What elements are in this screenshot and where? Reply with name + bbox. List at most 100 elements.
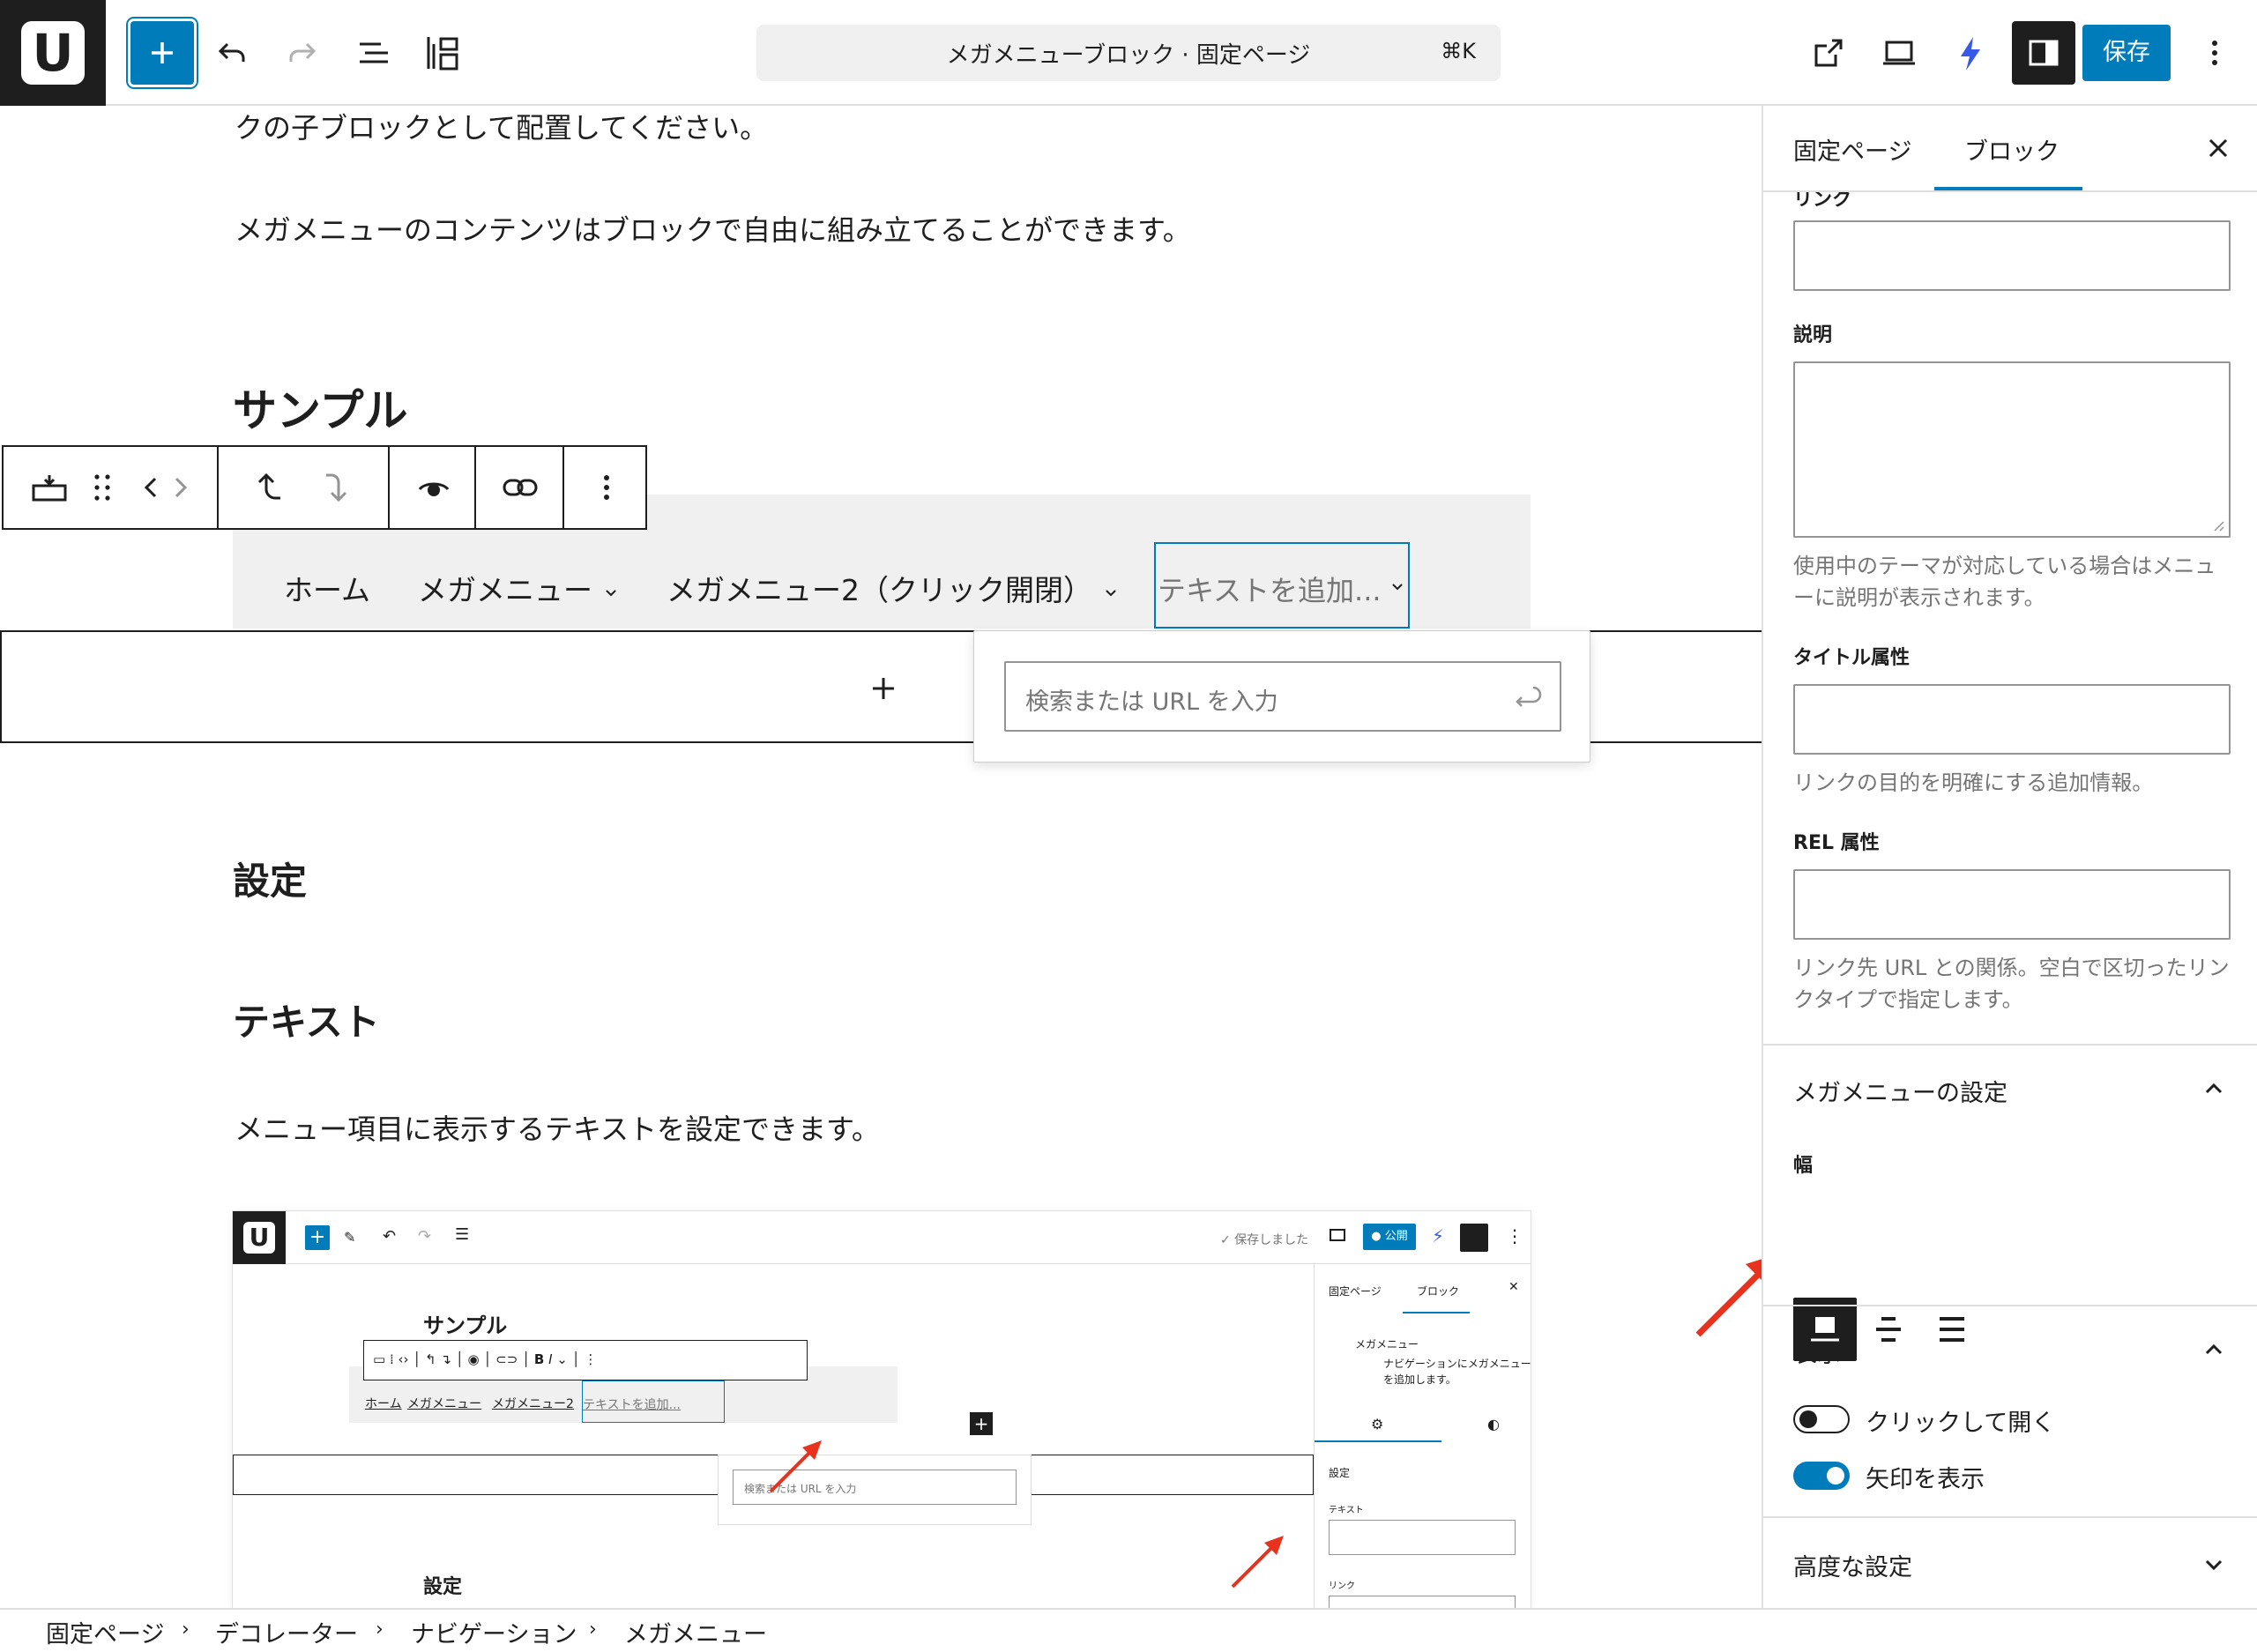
site-logo[interactable]: U: [0, 0, 106, 106]
document-overview-button[interactable]: [342, 21, 406, 85]
breadcrumb-item[interactable]: メガメニュー: [624, 1615, 767, 1649]
description-help: 使用中のテーマが対応している場合はメニューに説明が表示されます。: [1793, 554, 2216, 610]
toggle-knob: [1827, 1467, 1844, 1485]
visibility-button[interactable]: [411, 465, 457, 510]
chevron-down-icon[interactable]: [2201, 1552, 2227, 1578]
logo-letter: U: [21, 21, 85, 85]
click-open-label: クリックして開く: [1866, 1410, 2056, 1437]
settings-sidebar: 固定ページ ブロック リンク 説明 使用中のテーマが対応している場合はメニューに…: [1762, 106, 2257, 1608]
heading-text[interactable]: テキスト: [233, 993, 380, 1046]
description-textarea[interactable]: [1793, 361, 2231, 538]
title-attribute-help: リンクの目的を明確にする追加情報。: [1793, 770, 2154, 795]
align-full-icon: [1940, 1317, 1964, 1342]
width-wide-button[interactable]: [1857, 1298, 1920, 1361]
click-open-toggle[interactable]: [1793, 1405, 1850, 1433]
redo-button[interactable]: [270, 21, 333, 85]
plus-icon: [152, 42, 173, 63]
nav-item-mega-menu-2[interactable]: メガメニュー2（クリック開閉）: [667, 567, 1120, 609]
options-button[interactable]: [2183, 21, 2246, 85]
redo-icon: [289, 42, 317, 62]
toggle-knob: [1799, 1410, 1817, 1428]
nav-item-label: メガメニュー2（クリック開閉）: [667, 573, 1092, 607]
command-shortcut: ⌘K: [1441, 39, 1476, 63]
description-label: 説明: [1793, 324, 1833, 346]
tab-page[interactable]: 固定ページ: [1793, 132, 1911, 167]
breadcrumb-separator-icon: ›: [182, 1619, 190, 1641]
chevron-left-right-icon: [144, 477, 188, 498]
chevron-up-icon[interactable]: [2201, 1336, 2227, 1363]
block-toolbar: [2, 445, 647, 530]
nav-item-mega-menu[interactable]: メガメニュー: [418, 567, 620, 609]
link-search-input[interactable]: 検索または URL を入力: [1004, 661, 1561, 732]
paragraph[interactable]: クの子ブロックとして配置してください。: [235, 106, 768, 146]
nav-item-new[interactable]: テキストを追加...: [1154, 542, 1410, 629]
command-palette-bar[interactable]: メガメニューブロック · 固定ページ ⌘K: [756, 25, 1501, 81]
title-attribute-input[interactable]: [1793, 684, 2231, 755]
breadcrumb-separator-icon: ›: [376, 1619, 384, 1641]
arrow-down-right-icon: [326, 473, 347, 502]
annotation-arrows: [769, 1440, 1284, 1589]
link-button[interactable]: [497, 465, 543, 510]
breadcrumb-item[interactable]: ナビゲーション: [411, 1615, 577, 1649]
link-search-placeholder: 検索または URL を入力: [1025, 688, 1278, 716]
heading-sample[interactable]: サンプル: [233, 376, 408, 439]
more-vertical-icon: [604, 475, 609, 500]
paragraph[interactable]: メガメニューのコンテンツはブロックで自由に組み立てることができます。: [235, 208, 1191, 249]
link-field[interactable]: [1793, 220, 2231, 291]
close-icon[interactable]: [2202, 132, 2234, 164]
performance-button[interactable]: [1938, 21, 2001, 85]
editor-header: U メガメニューブロック · 固定ページ ⌘K 保存: [0, 0, 2257, 106]
nav-item-home[interactable]: ホーム: [284, 567, 370, 609]
breadcrumb-item[interactable]: 固定ページ: [46, 1615, 164, 1649]
lightning-icon: [1961, 37, 1980, 71]
settings-toggle-button[interactable]: [2012, 21, 2075, 85]
indent-button[interactable]: [314, 465, 360, 510]
sidebar-icon: [2029, 40, 2059, 66]
pattern-icon: [427, 37, 458, 71]
enter-icon[interactable]: [1508, 679, 1544, 714]
tab-block[interactable]: ブロック: [1964, 132, 2060, 167]
width-full-button[interactable]: [1920, 1298, 1984, 1361]
rel-attribute-help: リンク先 URL との関係。空白で区切ったリンクタイプで指定します。: [1793, 956, 2230, 1012]
view-page-button[interactable]: [1797, 21, 1860, 85]
chevron-down-icon: [605, 589, 616, 596]
heading-settings[interactable]: 設定: [233, 852, 307, 905]
rel-attribute-label: REL 属性: [1793, 832, 1880, 854]
paragraph[interactable]: メニュー項目に表示するテキストを設定できます。: [235, 1107, 880, 1148]
mega-menu-settings-panel-toggle[interactable]: メガメニューの設定: [1793, 1074, 2007, 1108]
block-options-button[interactable]: [584, 465, 629, 510]
save-button[interactable]: 保存: [2082, 25, 2171, 81]
breadcrumb-item[interactable]: デコレーター: [215, 1615, 358, 1649]
block-patterns-button[interactable]: [411, 21, 474, 85]
drag-handle-icon: [94, 474, 110, 501]
block-breadcrumb: 固定ページ › デコレーター › ナビゲーション › メガメニュー: [0, 1608, 2257, 1652]
advanced-panel-toggle[interactable]: 高度な設定: [1793, 1548, 1912, 1582]
rel-attribute-input[interactable]: [1793, 869, 2231, 940]
eye-icon: [418, 482, 450, 496]
undo-button[interactable]: [201, 21, 264, 85]
chevron-up-icon[interactable]: [2201, 1075, 2227, 1102]
add-block-button[interactable]: [128, 19, 197, 87]
width-label: 幅: [1793, 1155, 1814, 1177]
chevron-down-icon: [1392, 584, 1403, 591]
arrow-up-left-icon: [257, 473, 280, 500]
list-view-icon: [360, 42, 388, 63]
title-attribute-label: タイトル属性: [1793, 647, 1911, 669]
display-panel-toggle[interactable]: 表示: [1793, 1335, 1841, 1369]
move-buttons[interactable]: [138, 465, 194, 510]
preview-button[interactable]: [1867, 21, 1931, 85]
external-link-icon: [1814, 39, 1843, 67]
nav-item-label: メガメニュー: [418, 573, 592, 607]
screenshot-image: U + ✎ ↶ ↷ ☰ ✓ 保存しました ● 公開 ⚡ ⋮ サンプル ▭ ⁞ ‹…: [233, 1211, 1531, 1608]
sidebar-scroll-edge: リンク: [1763, 192, 2257, 213]
undo-icon: [218, 42, 245, 62]
block-type-button[interactable]: [26, 465, 72, 510]
select-parent-button[interactable]: [247, 465, 293, 510]
show-arrow-toggle[interactable]: [1793, 1462, 1850, 1490]
resize-handle-icon[interactable]: [2211, 518, 2225, 532]
document-title: メガメニューブロック · 固定ページ: [946, 42, 1311, 69]
chevron-down-icon: [1105, 589, 1116, 596]
drag-handle[interactable]: [79, 465, 125, 510]
link-icon: [503, 479, 538, 496]
mega-menu-block-icon: [32, 475, 67, 502]
